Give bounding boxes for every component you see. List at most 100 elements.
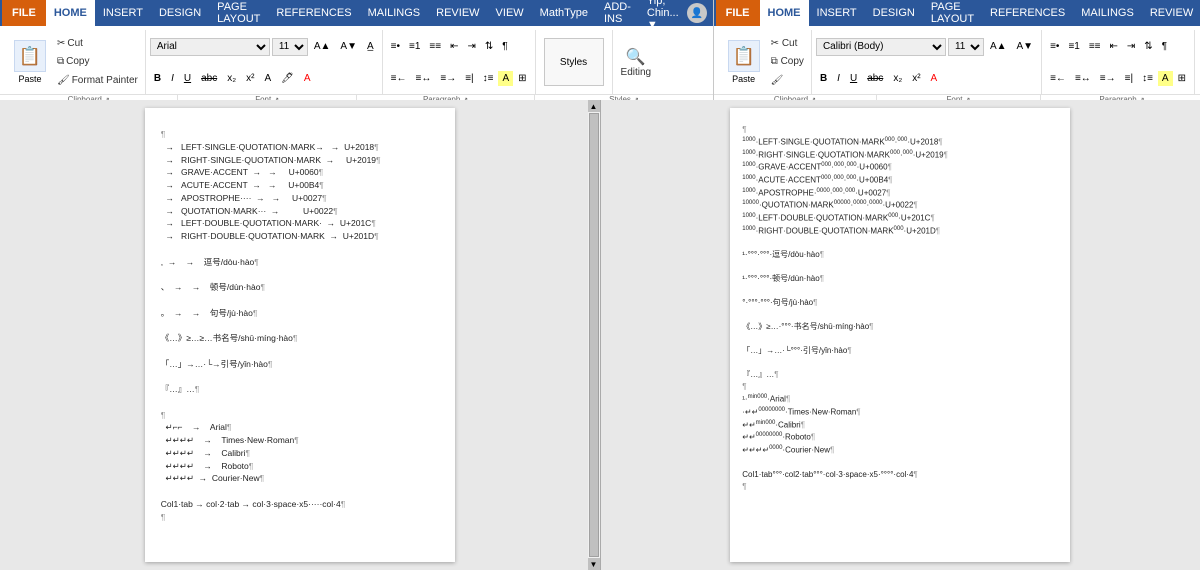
right-align-left-button[interactable]: ≡←: [1046, 71, 1070, 86]
subscript-button[interactable]: x₂: [223, 71, 240, 86]
right-grow-font-button[interactable]: A▲: [986, 39, 1011, 54]
italic-button[interactable]: I: [167, 71, 178, 86]
right-bullets-button[interactable]: ≡•: [1046, 39, 1063, 54]
left-paste-button[interactable]: 📋 Paste: [8, 38, 52, 86]
right-tab-design[interactable]: DESIGN: [865, 0, 923, 26]
cut-button[interactable]: ✂ Cut: [54, 37, 141, 50]
align-right-button[interactable]: ≡→: [436, 71, 460, 86]
clear-format-button[interactable]: A̲: [363, 39, 378, 54]
justify-button[interactable]: ≡|: [461, 71, 477, 86]
styles-box[interactable]: Styles: [544, 38, 604, 86]
left-scroll-thumb[interactable]: [589, 113, 599, 557]
right-tab-insert[interactable]: INSERT: [809, 0, 865, 26]
right-borders-button[interactable]: ⊞: [1174, 71, 1190, 86]
text-highlight-button[interactable]: 🖊: [277, 71, 298, 86]
left-tab-page-layout[interactable]: PAGE LAYOUT: [209, 0, 268, 26]
left-line-20: 『…』…¶: [161, 383, 439, 396]
left-tab-review[interactable]: REVIEW: [428, 0, 487, 26]
right-font-color-button[interactable]: A: [927, 71, 942, 86]
right-tab-mailings[interactable]: MAILINGS: [1073, 0, 1142, 26]
left-line-12: 、 → → 顿号/dùn·hào¶: [161, 281, 439, 294]
right-multilevel-button[interactable]: ≡≡: [1085, 39, 1105, 54]
left-scrollbar[interactable]: ▲ ▼: [588, 100, 600, 570]
right-file-tab[interactable]: FILE: [716, 0, 760, 26]
line-spacing-button[interactable]: ↕≡: [479, 71, 498, 86]
left-tab-view[interactable]: VIEW: [488, 0, 532, 26]
left-doc-pane[interactable]: ¶ → LEFT·SINGLE·QUOTATION·MARK→ → U+2018…: [0, 100, 601, 570]
left-tab-bar: FILE HOME INSERT DESIGN PAGE LAYOUT REFE…: [0, 0, 713, 26]
left-tab-yip[interactable]: Yip, Chin... ▼: [639, 0, 687, 26]
copy-button[interactable]: ⧉ Copy: [54, 55, 141, 68]
right-align-center-button[interactable]: ≡↔: [1071, 71, 1095, 86]
right-show-hide-button[interactable]: ¶: [1158, 39, 1171, 54]
shrink-font-button[interactable]: A▼: [336, 39, 361, 54]
font-size-select[interactable]: 11: [272, 38, 308, 56]
right-decrease-indent-button[interactable]: ⇤: [1106, 39, 1122, 54]
editing-button[interactable]: 🔍 Editing: [621, 47, 652, 78]
right-increase-indent-button[interactable]: ⇥: [1123, 39, 1139, 54]
left-tab-insert[interactable]: INSERT: [95, 0, 151, 26]
strikethrough-button[interactable]: abc: [197, 71, 221, 86]
right-bold-button[interactable]: B: [816, 71, 831, 86]
bold-button[interactable]: B: [150, 71, 165, 86]
sort-button[interactable]: ⇅: [481, 39, 497, 54]
left-scroll-up-button[interactable]: ▲: [588, 100, 600, 112]
right-line-spacing-button[interactable]: ↕≡: [1138, 71, 1157, 86]
left-line-3: → GRAVE·ACCENT → → U+0060¶: [161, 166, 439, 179]
right-shrink-font-button[interactable]: A▼: [1013, 39, 1038, 54]
right-align-right-button[interactable]: ≡→: [1096, 71, 1120, 86]
multilevel-button[interactable]: ≡≡: [425, 39, 445, 54]
left-tab-mathtype[interactable]: MathType: [532, 0, 596, 26]
right-font-size-select[interactable]: 11: [948, 38, 984, 56]
align-left-button[interactable]: ≡←: [387, 71, 411, 86]
show-hide-button[interactable]: ¶: [498, 39, 511, 54]
right-underline-button[interactable]: U: [846, 71, 861, 86]
right-superscript-button[interactable]: x²: [908, 71, 924, 86]
right-font-select[interactable]: Calibri (Body): [816, 38, 946, 56]
right-line-21: ¶: [742, 381, 1058, 393]
left-line-1: → LEFT·SINGLE·QUOTATION·MARK→ → U+2018¶: [161, 141, 439, 154]
underline-button[interactable]: U: [180, 71, 195, 86]
left-tab-design[interactable]: DESIGN: [151, 0, 209, 26]
right-tab-page-layout[interactable]: PAGE LAYOUT: [923, 0, 982, 26]
right-shading-button[interactable]: A: [1158, 71, 1173, 86]
decrease-indent-button[interactable]: ⇤: [446, 39, 462, 54]
right-copy-button[interactable]: ⧉ Copy: [768, 55, 807, 68]
left-tab-references[interactable]: REFERENCES: [268, 0, 359, 26]
left-file-tab[interactable]: FILE: [2, 0, 46, 26]
right-justify-button[interactable]: ≡|: [1121, 71, 1137, 86]
grow-font-button[interactable]: A▲: [310, 39, 335, 54]
bullets-button[interactable]: ≡•: [387, 39, 404, 54]
left-line-14: 。 → → 句号/jù·hào¶: [161, 307, 439, 320]
right-strikethrough-button[interactable]: abc: [863, 71, 887, 86]
left-tab-add-ins[interactable]: ADD-INS: [596, 0, 639, 26]
left-tab-mailings[interactable]: MAILINGS: [360, 0, 429, 26]
align-center-button[interactable]: ≡↔: [412, 71, 436, 86]
font-color-button[interactable]: A: [300, 71, 315, 86]
text-effect-button[interactable]: A: [260, 71, 275, 86]
right-line-19: [742, 357, 1058, 369]
format-painter-button[interactable]: 🖌 Format Painter: [54, 74, 141, 87]
right-tab-home[interactable]: HOME: [760, 0, 809, 26]
right-sort-button[interactable]: ⇅: [1140, 39, 1156, 54]
right-subscript-button[interactable]: x₂: [889, 71, 906, 86]
shading-button[interactable]: A: [498, 71, 513, 86]
right-tab-review[interactable]: REVIEW: [1142, 0, 1200, 26]
font-select[interactable]: Arial: [150, 38, 270, 56]
right-cut-button[interactable]: ✂ Cut: [768, 37, 807, 50]
left-line-16: 《…》≥…≥…书名号/shū·míng·hào¶: [161, 332, 439, 345]
right-tab-references[interactable]: REFERENCES: [982, 0, 1073, 26]
left-tab-home[interactable]: HOME: [46, 0, 95, 26]
borders-button[interactable]: ⊞: [514, 71, 530, 86]
right-doc-pane[interactable]: ¶ 1000·LEFT·SINGLE·QUOTATION·MARK000·000…: [601, 100, 1200, 570]
left-line-26: ↵↵↵↵ → Roboto¶: [161, 460, 439, 473]
left-line-19: [161, 370, 439, 383]
right-italic-button[interactable]: I: [833, 71, 844, 86]
increase-indent-button[interactable]: ⇥: [463, 39, 479, 54]
superscript-button[interactable]: x²: [242, 71, 258, 86]
right-format-painter-button[interactable]: 🖌: [768, 74, 807, 87]
right-numbering-button[interactable]: ≡1: [1064, 39, 1083, 54]
right-paste-button[interactable]: 📋 Paste: [722, 38, 766, 86]
left-scroll-down-button[interactable]: ▼: [588, 558, 600, 570]
numbering-button[interactable]: ≡1: [405, 39, 424, 54]
